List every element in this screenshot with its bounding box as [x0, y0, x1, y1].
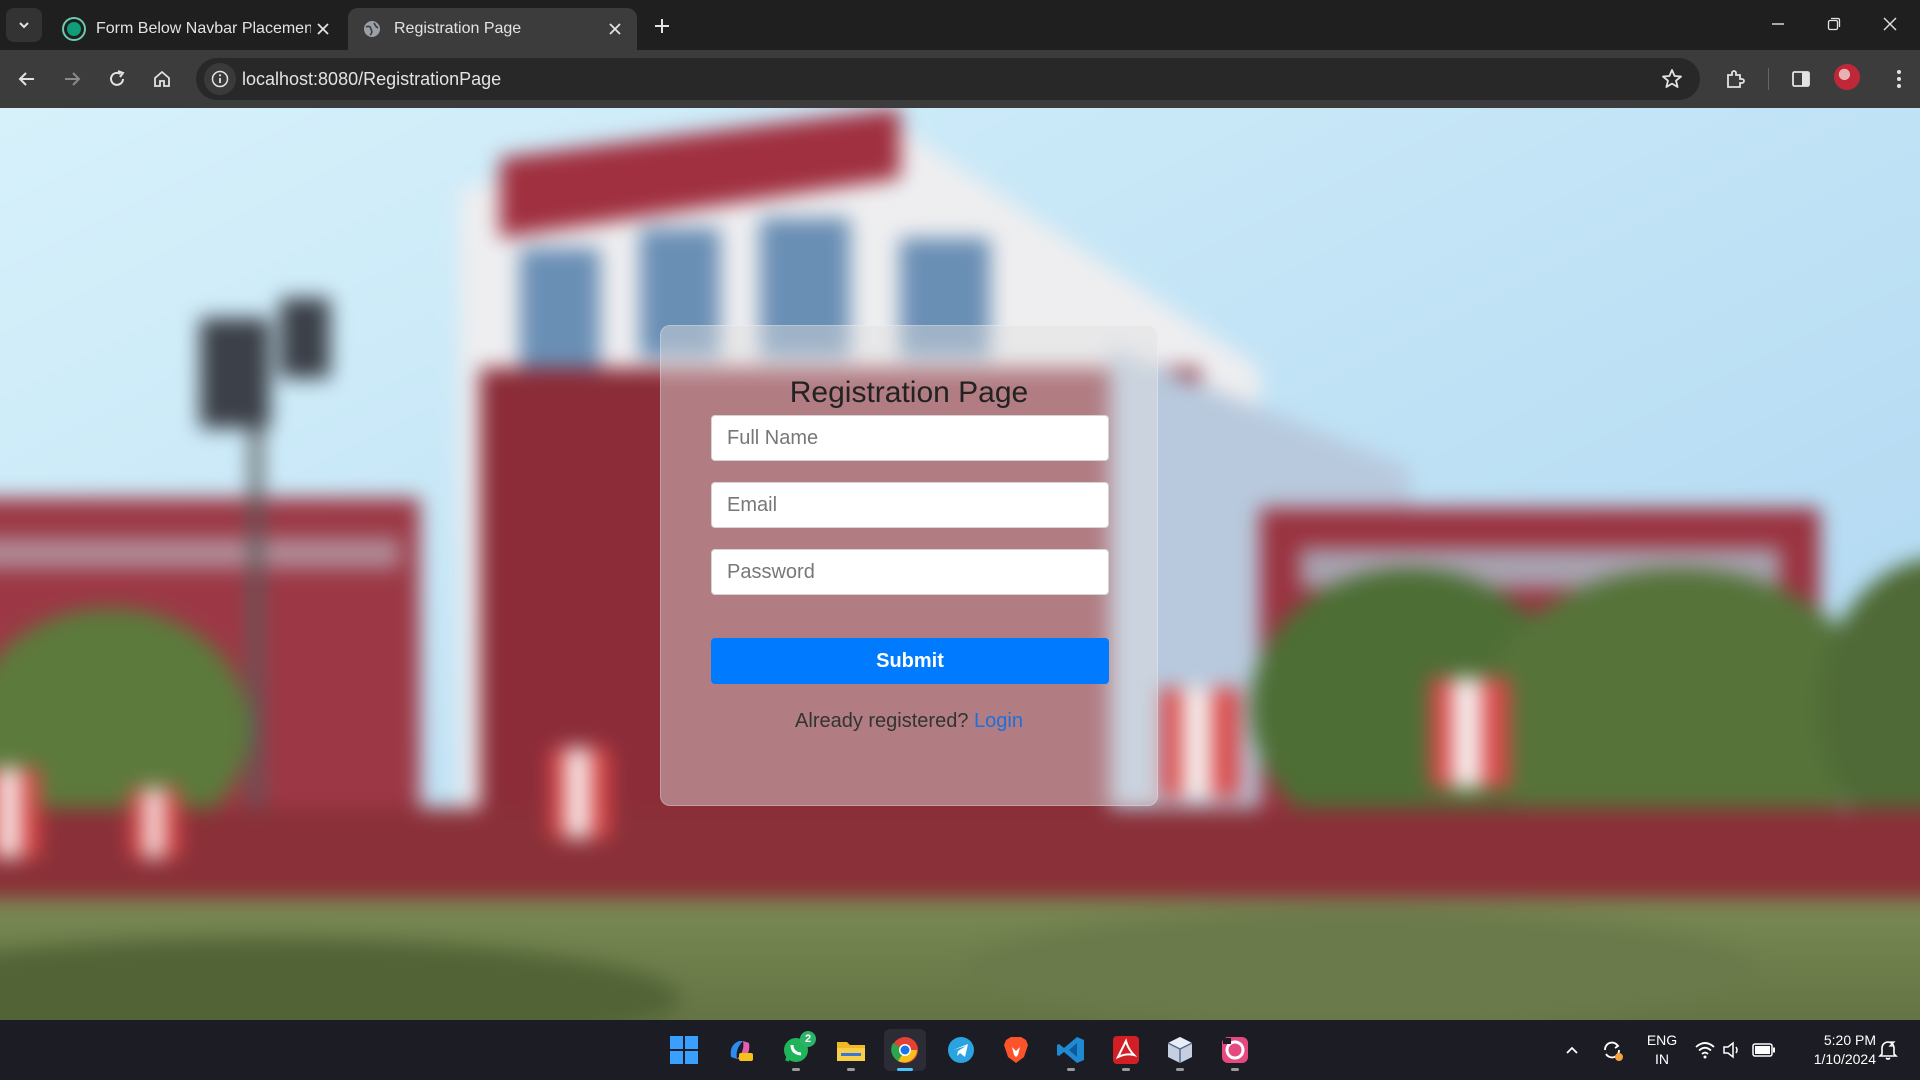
windows-logo-icon [670, 1036, 698, 1064]
chevron-up-icon [1566, 1046, 1578, 1054]
already-registered-label: Already registered? [795, 710, 969, 732]
home-button[interactable] [145, 62, 179, 96]
globe-icon [362, 19, 382, 39]
running-indicator [1176, 1068, 1184, 1071]
registration-card: Registration Page Submit Already registe… [660, 325, 1158, 806]
email-input[interactable] [711, 482, 1109, 528]
wifi-icon [1695, 1042, 1715, 1059]
url-text[interactable]: localhost:8080/RegistrationPage [242, 58, 501, 100]
site-info-button[interactable] [204, 63, 236, 95]
tab-form-below-navbar[interactable]: Form Below Navbar Placement [50, 8, 345, 50]
vscode-icon [1057, 1037, 1084, 1063]
bell-snooze-icon [1878, 1041, 1898, 1060]
tab-registration-page[interactable]: Registration Page [348, 8, 637, 50]
language-code: ENG [1646, 1032, 1678, 1048]
sync-icon [1604, 1041, 1623, 1061]
clock-date: 1/10/2024 [1813, 1051, 1876, 1067]
full-name-input[interactable] [711, 415, 1109, 461]
chatgpt-icon [64, 19, 84, 39]
browser-toolbar: localhost:8080/RegistrationPage [0, 50, 1920, 108]
profile-avatar[interactable] [1834, 64, 1860, 90]
screen-recorder-button[interactable] [1214, 1029, 1256, 1071]
running-indicator [1067, 1068, 1075, 1071]
home-icon [154, 70, 170, 87]
back-button[interactable] [10, 62, 44, 96]
browser-menu-button[interactable] [1882, 62, 1916, 96]
copilot-icon [730, 1041, 753, 1061]
reload-button[interactable] [100, 62, 134, 96]
arrow-left-icon [18, 72, 34, 86]
chrome-icon [891, 1037, 918, 1063]
folder-icon [837, 1042, 865, 1061]
virtualbox-button[interactable] [1159, 1029, 1201, 1071]
bookmark-star-icon[interactable] [1660, 67, 1684, 91]
tab-search-button[interactable] [6, 8, 42, 42]
vscode-button[interactable] [1050, 1029, 1092, 1071]
puzzle-icon [1727, 70, 1745, 88]
show-hidden-icons-button[interactable] [1560, 1038, 1584, 1062]
cube-icon [1167, 1037, 1193, 1063]
sync-status-button[interactable] [1600, 1038, 1624, 1062]
minimize-icon [1772, 23, 1784, 25]
battery-status[interactable] [1752, 1038, 1776, 1062]
page-title: Registration Page [789, 376, 1029, 409]
file-explorer-button[interactable] [830, 1029, 872, 1071]
password-input[interactable] [711, 549, 1109, 595]
close-icon[interactable] [603, 17, 627, 41]
new-tab-button[interactable] [648, 12, 676, 40]
restore-button[interactable] [1814, 8, 1854, 40]
more-vertical-icon [1897, 70, 1901, 88]
language-indicator[interactable]: ENG IN [1642, 1031, 1682, 1069]
telegram-button[interactable] [940, 1029, 982, 1071]
speaker-icon [1723, 1041, 1738, 1059]
system-clock[interactable]: 5:20 PM 1/10/2024 [1786, 1031, 1876, 1069]
close-icon[interactable] [311, 17, 335, 41]
acrobat-button[interactable] [1105, 1029, 1147, 1071]
running-indicator [1231, 1068, 1239, 1071]
wifi-status[interactable] [1693, 1038, 1717, 1062]
tab-title: Form Below Navbar Placement [96, 20, 311, 37]
login-link[interactable]: Login [974, 710, 1023, 732]
region-code: IN [1655, 1051, 1669, 1067]
close-icon [1883, 17, 1897, 31]
side-panel-icon [1792, 71, 1810, 87]
address-bar[interactable]: localhost:8080/RegistrationPage [196, 58, 1700, 100]
volume-status[interactable] [1720, 1038, 1744, 1062]
battery-icon [1752, 1043, 1775, 1057]
running-indicator [897, 1068, 913, 1071]
brave-lion-icon [1004, 1037, 1028, 1063]
pdf-icon [1113, 1036, 1139, 1064]
close-window-button[interactable] [1870, 8, 1910, 40]
submit-button[interactable]: Submit [711, 638, 1109, 684]
running-indicator [1122, 1068, 1130, 1071]
tab-title: Registration Page [394, 20, 522, 37]
page-viewport: Registration Page Submit Already registe… [0, 108, 1920, 1020]
running-indicator [792, 1068, 800, 1071]
plus-icon [655, 19, 669, 33]
brave-button[interactable] [995, 1029, 1037, 1071]
browser-tab-bar: Form Below Navbar Placement Registration… [0, 0, 1920, 50]
start-button[interactable] [663, 1029, 705, 1071]
restore-icon [1827, 17, 1841, 31]
screen-recorder-icon [1222, 1037, 1248, 1063]
extensions-button[interactable] [1718, 62, 1752, 96]
whatsapp-button[interactable]: 2 [775, 1029, 817, 1071]
arrow-right-icon [65, 72, 81, 86]
chrome-button[interactable] [884, 1029, 926, 1071]
toolbar-divider [1768, 68, 1769, 90]
chevron-down-icon [19, 22, 29, 29]
info-icon [211, 70, 229, 88]
minimize-button[interactable] [1758, 8, 1798, 40]
notifications-button[interactable] [1876, 1038, 1900, 1062]
windows-taskbar: 2 ENG IN 5:20 PM 1/10/2024 [0, 1020, 1920, 1080]
forward-button[interactable] [55, 62, 89, 96]
telegram-icon [948, 1037, 974, 1063]
notification-badge: 2 [800, 1031, 816, 1047]
copilot-button[interactable] [719, 1029, 761, 1071]
running-indicator [847, 1068, 855, 1071]
reload-icon [110, 70, 125, 86]
clock-time: 5:20 PM [1823, 1032, 1876, 1048]
side-panel-button[interactable] [1784, 62, 1818, 96]
already-registered-text: Already registered? Login [661, 710, 1157, 733]
